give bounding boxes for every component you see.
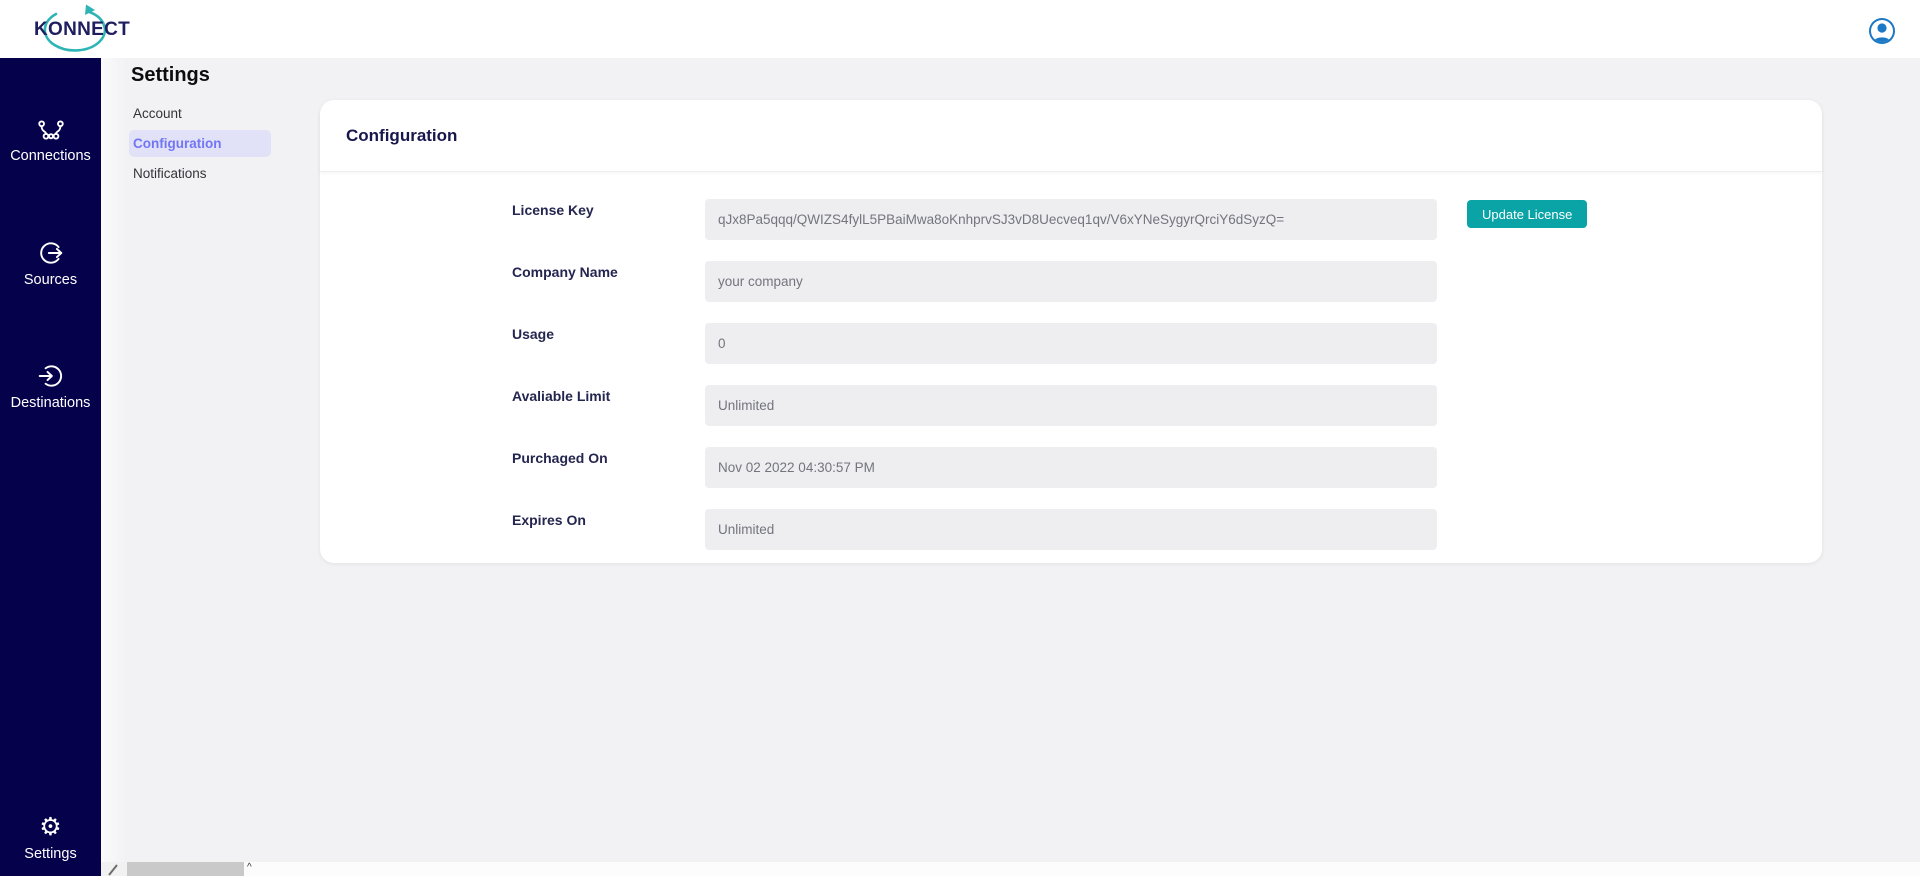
- sidebar: Connections Sources Destinat: [0, 58, 101, 876]
- form-row: Avaliable Limit: [320, 385, 1822, 426]
- field-input[interactable]: [705, 509, 1437, 550]
- sidebar-item-label: Sources: [0, 272, 101, 288]
- settings-nav-item[interactable]: Notifications: [129, 160, 271, 187]
- field-label: Avaliable Limit: [512, 385, 705, 404]
- connections-icon: [0, 115, 101, 143]
- content-left-fade: [101, 58, 127, 862]
- sidebar-item-label: Destinations: [0, 395, 101, 411]
- sidebar-item-label: Settings: [0, 846, 101, 862]
- horizontal-scrollbar: ^: [101, 862, 1920, 876]
- settings-gear-icon: ⚙: [0, 813, 101, 841]
- form-row: Expires On: [320, 509, 1822, 550]
- sources-icon: [0, 239, 101, 267]
- top-bar: KONNECT: [0, 0, 1920, 58]
- page-title: Settings: [131, 64, 210, 87]
- scrollbar-thumb[interactable]: [127, 862, 244, 876]
- scrollbar-caret-icon[interactable]: ^: [247, 862, 252, 873]
- konnect-logo[interactable]: KONNECT: [26, 3, 126, 55]
- form-row: License Key Update License: [320, 199, 1822, 240]
- configuration-card: Configuration License Key Update License…: [320, 100, 1822, 563]
- user-avatar-icon[interactable]: [1868, 17, 1896, 45]
- card-title: Configuration: [346, 126, 457, 146]
- settings-nav-item[interactable]: Configuration: [129, 130, 271, 157]
- field-label: License Key: [512, 199, 705, 218]
- form-row: Company Name: [320, 261, 1822, 302]
- sidebar-item-label: Connections: [0, 148, 101, 164]
- update-license-button[interactable]: Update License: [1467, 200, 1587, 228]
- destinations-icon: [0, 362, 101, 390]
- scrollbar-left-arrow-icon[interactable]: [107, 863, 119, 876]
- sidebar-item-settings[interactable]: ⚙ Settings: [0, 813, 101, 862]
- field-input[interactable]: [705, 385, 1437, 426]
- settings-nav-item[interactable]: Account: [129, 100, 271, 127]
- field-label: Company Name: [512, 261, 705, 280]
- field-label: Expires On: [512, 509, 705, 528]
- field-input[interactable]: [705, 323, 1437, 364]
- card-header: Configuration: [320, 100, 1822, 172]
- form-fields: License Key Update License Company Name …: [320, 172, 1822, 550]
- field-label: Purchaged On: [512, 447, 705, 466]
- settings-nav: Account Configuration Notifications: [129, 100, 271, 190]
- field-input[interactable]: [705, 261, 1437, 302]
- logo-text: KONNECT: [34, 19, 122, 41]
- form-row: Usage: [320, 323, 1822, 364]
- field-input[interactable]: [705, 199, 1437, 240]
- sidebar-item-sources[interactable]: Sources: [0, 239, 101, 288]
- sidebar-item-destinations[interactable]: Destinations: [0, 362, 101, 411]
- field-label: Usage: [512, 323, 705, 342]
- field-input[interactable]: [705, 447, 1437, 488]
- form-row: Purchaged On: [320, 447, 1822, 488]
- scrollbar-track[interactable]: [244, 862, 1920, 876]
- sidebar-item-connections[interactable]: Connections: [0, 115, 101, 164]
